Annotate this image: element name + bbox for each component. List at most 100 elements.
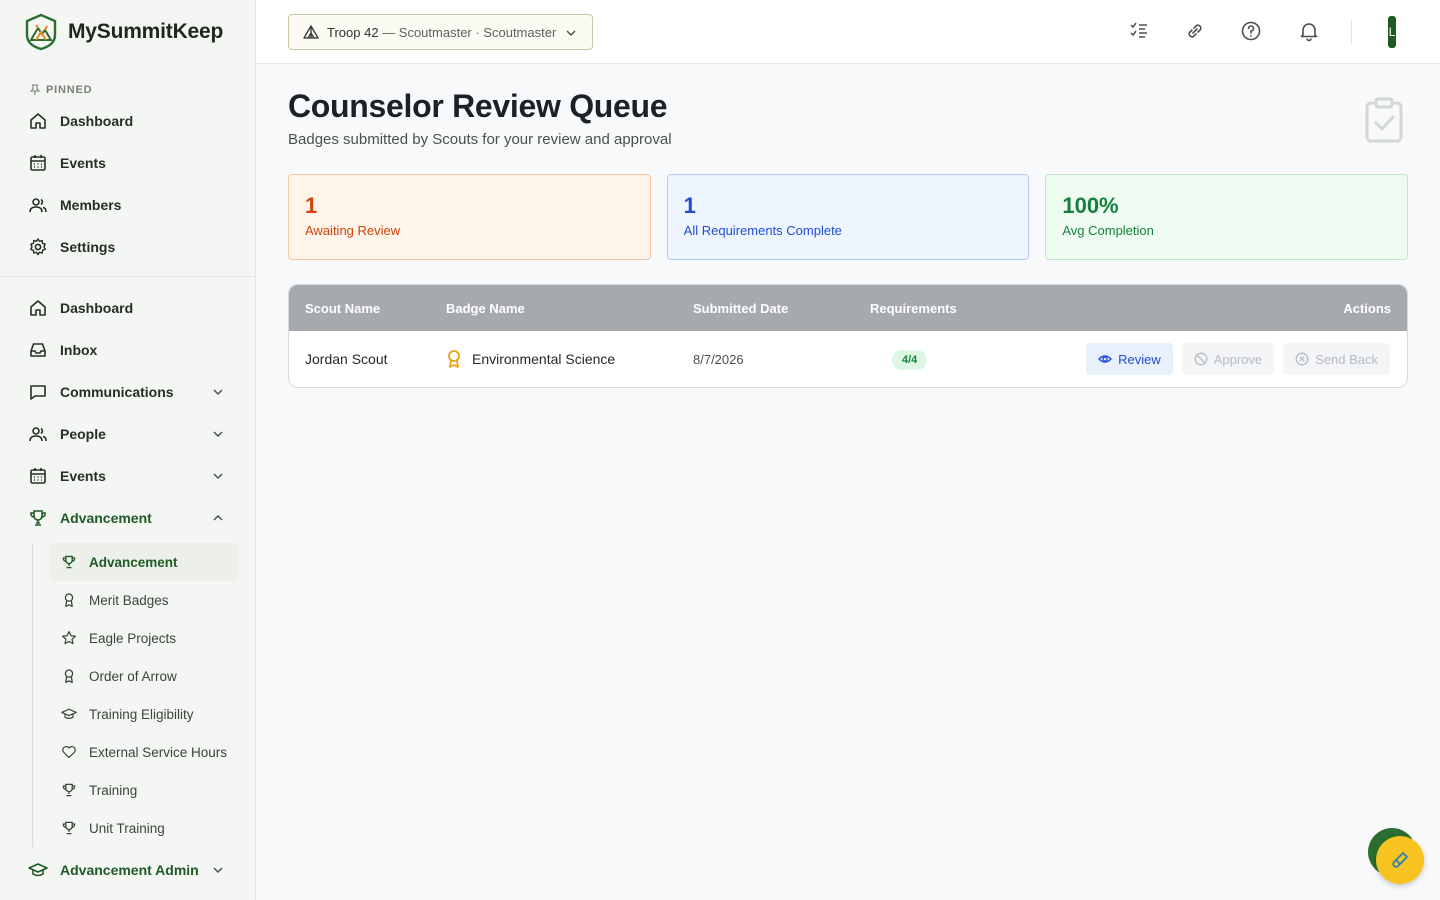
pin-icon xyxy=(30,84,40,95)
stats-row: 1 Awaiting Review 1 All Requirements Com… xyxy=(288,174,1409,260)
subnav-item-order-of-arrow[interactable]: Order of Arrow xyxy=(49,657,239,695)
table-header: Scout Name Badge Name Submitted Date Req… xyxy=(289,285,1407,331)
stat-label: Awaiting Review xyxy=(305,223,401,238)
sidebar-item-people[interactable]: People xyxy=(0,413,255,455)
subnav-item-advancement[interactable]: Advancement xyxy=(49,543,239,581)
link-icon[interactable] xyxy=(1184,20,1206,42)
checklist-icon[interactable] xyxy=(1128,20,1150,42)
column-header-submitted-date[interactable]: Submitted Date xyxy=(693,301,788,316)
badge-name: Environmental Science xyxy=(472,351,616,367)
pinned-item-dashboard[interactable]: Dashboard xyxy=(0,100,255,142)
help-circle-icon[interactable] xyxy=(1240,20,1262,42)
pinned-item-members[interactable]: Members xyxy=(0,184,255,226)
approve-button[interactable]: Approve xyxy=(1181,343,1275,375)
stat-requirements-complete: 1 All Requirements Complete xyxy=(666,174,1030,260)
graduation-cap-icon xyxy=(61,708,77,719)
column-header-scout-name[interactable]: Scout Name xyxy=(305,301,380,316)
trophy-icon xyxy=(62,821,76,835)
subnav-item-unit-training[interactable]: Unit Training xyxy=(49,809,239,847)
header-separator xyxy=(1351,20,1352,44)
sidebar-item-events[interactable]: Events xyxy=(0,455,255,497)
home-icon xyxy=(30,300,46,316)
sidebar-divider xyxy=(0,276,255,277)
column-header-requirements[interactable]: Requirements xyxy=(870,301,957,316)
user-avatar[interactable]: L xyxy=(1388,16,1396,48)
floating-action-button[interactable] xyxy=(1376,836,1424,884)
ribbon-icon xyxy=(64,669,74,684)
calendar-icon xyxy=(30,155,46,171)
gear-icon xyxy=(30,238,46,256)
users-icon xyxy=(29,427,47,442)
table-row: Jordan Scout Environmental Science 8/7/2… xyxy=(289,331,1407,387)
main-nav: Dashboard Inbox Communications People Ev… xyxy=(0,287,255,539)
merit-badge-icon xyxy=(448,350,460,368)
scout-name: Jordan Scout xyxy=(305,351,388,367)
users-icon xyxy=(29,198,47,213)
brand-name: MySummitKeep xyxy=(68,20,224,43)
column-header-badge-name[interactable]: Badge Name xyxy=(446,301,525,316)
calendar-icon xyxy=(30,468,46,484)
heart-icon xyxy=(62,745,76,759)
stat-label: All Requirements Complete xyxy=(683,223,842,238)
page-subtitle: Badges submitted by Scouts for your revi… xyxy=(288,131,672,148)
trophy-icon xyxy=(62,555,76,569)
subnav-item-training[interactable]: Training xyxy=(49,771,239,809)
sidebar-item-dashboard[interactable]: Dashboard xyxy=(0,287,255,329)
stat-avg-completion: 100% Avg Completion xyxy=(1045,174,1409,260)
chevron-down-icon[interactable] xyxy=(211,385,225,399)
chevron-down-icon[interactable] xyxy=(211,427,225,441)
page-title: Counselor Review Queue xyxy=(288,88,668,124)
sidebar: MySummitKeep PINNED Dashboard Events Mem… xyxy=(0,0,256,900)
pinned-item-events[interactable]: Events xyxy=(0,142,255,184)
row-actions: Review Approve Send Back xyxy=(1086,343,1390,375)
inbox-icon xyxy=(30,343,46,357)
stat-awaiting-review: 1 Awaiting Review xyxy=(288,174,651,260)
review-button[interactable]: Review xyxy=(1086,343,1173,375)
main-content: Counselor Review Queue Badges submitted … xyxy=(288,64,1409,388)
clipboard-check-icon xyxy=(1365,97,1403,143)
trophy-icon xyxy=(62,783,76,797)
advancement-subnav: Advancement Merit Badges Eagle Projects … xyxy=(32,543,255,847)
subnav-item-eagle-projects[interactable]: Eagle Projects xyxy=(49,619,239,657)
x-circle-icon xyxy=(1295,352,1309,366)
chevron-down-icon xyxy=(566,30,576,37)
tent-icon xyxy=(303,25,319,39)
requirements-badge: 4/4 xyxy=(892,350,928,370)
pinned-nav: Dashboard Events Members Settings xyxy=(0,100,255,268)
troop-selector[interactable]: Troop 42 — Scoutmaster · Scoutmaster xyxy=(288,14,593,50)
chevron-down-icon[interactable] xyxy=(211,863,225,877)
mountain-logo-icon xyxy=(25,13,57,51)
subnav-item-merit-badges[interactable]: Merit Badges xyxy=(49,581,239,619)
sidebar-item-advancement-admin[interactable]: Advancement Admin xyxy=(0,849,255,891)
send-back-button[interactable]: Send Back xyxy=(1283,343,1390,375)
stat-value: 100% xyxy=(1062,193,1119,218)
graduation-cap-icon xyxy=(28,863,48,877)
star-icon xyxy=(62,631,76,645)
stat-value: 1 xyxy=(305,193,318,218)
pinned-item-settings[interactable]: Settings xyxy=(0,226,255,268)
sidebar-item-communications[interactable]: Communications xyxy=(0,371,255,413)
chevron-up-icon[interactable] xyxy=(211,511,225,525)
subnav-item-training-eligibility[interactable]: Training Eligibility xyxy=(49,695,239,733)
top-bar: Troop 42 — Scoutmaster · Scoutmaster L xyxy=(256,0,1440,64)
stat-value: 1 xyxy=(683,193,696,218)
eye-icon xyxy=(1098,355,1113,363)
sidebar-item-inbox[interactable]: Inbox xyxy=(0,329,255,371)
message-icon xyxy=(30,385,46,400)
ban-icon xyxy=(1194,352,1208,366)
ribbon-icon xyxy=(64,593,74,608)
stat-label: Avg Completion xyxy=(1062,223,1154,238)
submitted-date: 8/7/2026 xyxy=(693,351,744,367)
troop-name: Troop 42 — Scoutmaster · Scoutmaster xyxy=(327,24,557,40)
trophy-icon xyxy=(30,510,46,526)
brand[interactable]: MySummitKeep xyxy=(0,0,255,64)
review-queue-table: Scout Name Badge Name Submitted Date Req… xyxy=(288,284,1408,388)
pinned-section-label: PINNED xyxy=(0,64,255,96)
bell-icon[interactable] xyxy=(1298,20,1320,42)
test-tube-icon xyxy=(1392,852,1408,868)
chevron-down-icon[interactable] xyxy=(211,469,225,483)
subnav-item-external-service-hours[interactable]: External Service Hours xyxy=(49,733,239,771)
sidebar-item-advancement[interactable]: Advancement xyxy=(0,497,255,539)
column-header-actions: Actions xyxy=(1343,300,1391,316)
badge-cell: Environmental Science xyxy=(446,349,615,369)
